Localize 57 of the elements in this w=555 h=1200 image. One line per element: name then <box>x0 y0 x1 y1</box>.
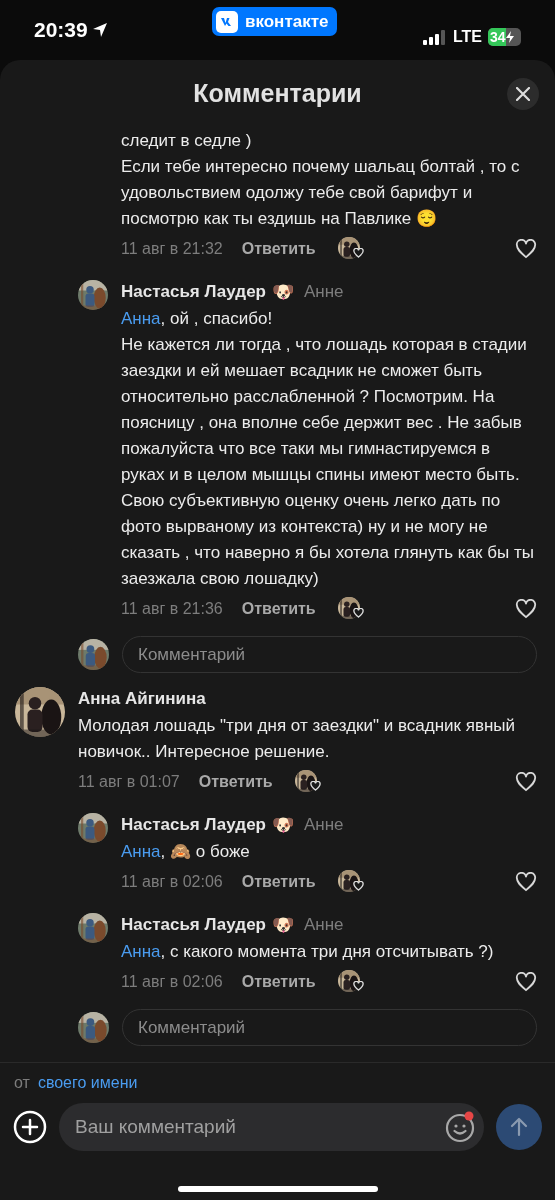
sender-link[interactable]: своего имени <box>37 1071 138 1095</box>
heart-icon <box>309 781 321 791</box>
reply-button[interactable]: Ответить <box>241 870 316 894</box>
comment-text: Анна, ой , спасибо! Не кажется ли тогда , что лошадь которая в стадии заездки и ей мешает всадник не сможет быть относительно расслабленной ? Посмотрим. На поясницу , она вполне себе держит вес . Не забыв пожалуйста что все таки мы гимнастируемся в руках и в целом мышцы спины имеют место быть. Свою субъективную оценку очень легко дать по фото вырваному из контекста) ну и не могу не сказать , что наверно я бы хотела глянуть как бы ты заезжала свою лошадку) <box>121 308 535 590</box>
emoji-icon[interactable] <box>444 1111 476 1143</box>
comment-text: следит в седле ) Если тебе интересно почему шальац болтай , то с удовольствием одолжу тебе свой барифут и посмотрю как ты ездишь на Павлике 😌 <box>121 130 521 230</box>
like-icon[interactable] <box>515 972 537 992</box>
send-button[interactable] <box>496 1104 542 1150</box>
add-icon[interactable] <box>13 1110 47 1144</box>
author-name[interactable]: Настасья Лаудер <box>121 279 266 305</box>
comment-field[interactable]: Ваш комментарий <box>59 1103 484 1151</box>
comment-input[interactable]: Комментарий <box>122 1009 537 1046</box>
close-button[interactable] <box>507 78 539 110</box>
author-name[interactable]: Настасья Лаудер <box>121 912 266 938</box>
reply-to-label: Анне <box>304 814 344 837</box>
like-icon[interactable] <box>515 872 537 892</box>
comment-text: Молодая лошадь "три дня от заездки" и всадник явный новичок.. Интересное решение. <box>78 715 517 763</box>
like-icon[interactable] <box>515 599 537 619</box>
comment-text: Анна, 🙈 о боже <box>121 841 251 863</box>
mention-link[interactable]: Анна <box>121 842 161 861</box>
battery-indicator: 34 <box>488 28 521 46</box>
comment-input[interactable]: Комментарий <box>122 636 537 673</box>
location-icon <box>91 22 108 38</box>
comment-time: 11 авг в 02:06 <box>121 972 223 992</box>
comment-time: 11 авг в 01:07 <box>78 772 180 792</box>
reply-to-label: Анне <box>304 281 344 304</box>
comment-text: Анна, с какого момента три дня отсчитывать ?) <box>121 941 495 963</box>
reply-button[interactable]: Ответить <box>198 770 273 794</box>
heart-icon <box>352 981 364 991</box>
mention-link[interactable]: Анна <box>121 309 161 328</box>
signal-icon <box>422 29 447 45</box>
reply-button[interactable]: Ответить <box>241 597 316 621</box>
app-badge[interactable]: вконтакте <box>212 7 338 36</box>
send-arrow-icon <box>510 1117 528 1137</box>
reply-to-label: Анне <box>304 914 344 937</box>
like-icon[interactable] <box>515 772 537 792</box>
heart-icon <box>352 608 364 618</box>
emoji-label: 🐶 <box>272 813 294 837</box>
comment-time: 11 авг в 21:36 <box>121 599 223 619</box>
comment-time: 11 авг в 02:06 <box>121 872 223 892</box>
reply-button[interactable]: Ответить <box>241 970 316 994</box>
network-label: LTE <box>452 27 482 47</box>
sheet-title: Комментарии <box>193 78 362 110</box>
status-time: 20:39 <box>34 17 88 44</box>
like-icon[interactable] <box>515 239 537 259</box>
comment-time: 11 авг в 21:32 <box>121 239 223 259</box>
author-name[interactable]: Анна Айгинина <box>78 686 206 712</box>
logo-icon <box>216 10 238 33</box>
author-name[interactable]: Настасья Лаудер <box>121 812 266 838</box>
reply-button[interactable]: Ответить <box>241 237 316 261</box>
mention-link[interactable]: Анна <box>121 942 161 961</box>
heart-icon <box>352 881 364 891</box>
emoji-label: 🐶 <box>272 280 294 304</box>
emoji-label: 🐶 <box>272 913 294 937</box>
close-icon <box>516 87 530 101</box>
heart-icon <box>352 248 364 258</box>
from-label: от <box>14 1073 30 1093</box>
